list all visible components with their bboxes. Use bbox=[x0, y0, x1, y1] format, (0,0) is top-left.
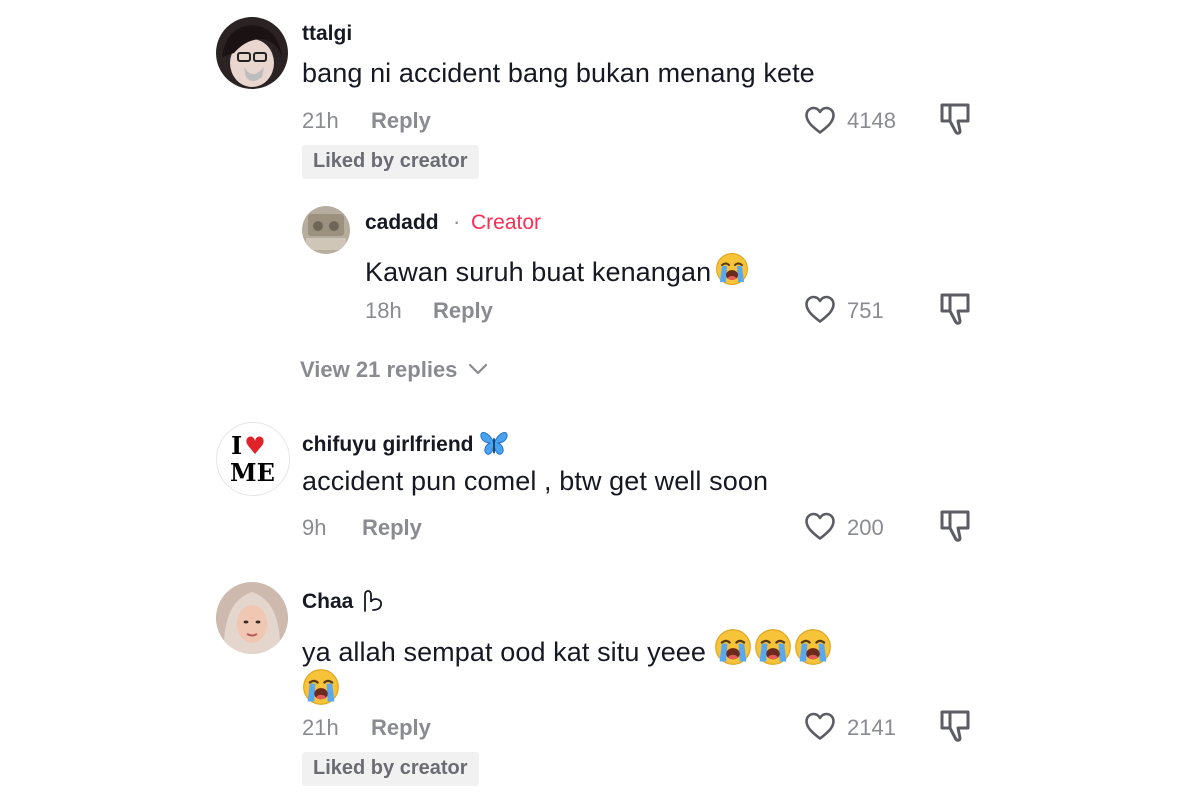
reply-text-content: Kawan suruh buat kenangan bbox=[365, 257, 712, 287]
separator-dot: · bbox=[453, 209, 461, 234]
loudly-crying-face-emoji bbox=[714, 628, 752, 666]
loudly-crying-face-emoji bbox=[302, 668, 340, 706]
avatar-text-bottom: ME bbox=[230, 458, 275, 487]
reply-button[interactable]: Reply bbox=[371, 108, 431, 134]
hand-gesture-icon bbox=[364, 590, 383, 612]
reply-time: 18h bbox=[365, 298, 402, 323]
comment-text: ya allah sempat ood kat situ yeee bbox=[302, 628, 832, 668]
comment-item: Chaa ya allah sempat ood kat situ yeee 2… bbox=[0, 570, 1200, 800]
comment-time: 9h bbox=[302, 515, 327, 540]
creator-label: Creator bbox=[471, 211, 542, 234]
loudly-crying-face-emoji bbox=[715, 252, 749, 286]
thumbs-down-icon[interactable] bbox=[937, 508, 973, 544]
comment-text: accident pun comel , btw get well soon bbox=[302, 466, 769, 496]
liked-by-creator-badge: Liked by creator bbox=[302, 145, 479, 179]
avatar[interactable] bbox=[302, 206, 350, 254]
avatar[interactable] bbox=[216, 17, 288, 89]
username[interactable]: cadadd bbox=[365, 211, 439, 235]
username[interactable]: chifuyu girlfriend bbox=[302, 429, 510, 457]
comment-item: I♥ ME chifuyu girlfriend accident pun co… bbox=[0, 400, 1200, 570]
comment-item: ttalgi bang ni accident bang bukan menan… bbox=[0, 0, 1200, 400]
heart-outline-icon[interactable] bbox=[804, 511, 836, 541]
like-count: 751 bbox=[847, 298, 884, 323]
butterfly-emoji bbox=[478, 429, 510, 457]
comment-text-content: ya allah sempat ood kat situ yeee bbox=[302, 637, 707, 667]
like-count: 200 bbox=[847, 515, 884, 540]
view-replies-suffix: replies bbox=[386, 357, 458, 382]
avatar-image bbox=[302, 206, 350, 254]
comment-time: 21h bbox=[302, 108, 339, 133]
view-replies-count: 21 bbox=[355, 357, 381, 382]
username[interactable]: ttalgi bbox=[302, 22, 352, 46]
like-count: 2141 bbox=[847, 715, 896, 740]
loudly-crying-face-emoji bbox=[794, 628, 832, 666]
view-replies-prefix: View bbox=[300, 357, 350, 382]
view-replies-button[interactable]: View 21 replies bbox=[300, 357, 488, 383]
heart-outline-icon[interactable] bbox=[804, 711, 836, 741]
comment-time: 21h bbox=[302, 715, 339, 740]
heart-outline-icon[interactable] bbox=[804, 294, 836, 324]
reply-button[interactable]: Reply bbox=[371, 715, 431, 741]
avatar-image bbox=[216, 582, 288, 654]
thumbs-down-icon[interactable] bbox=[937, 291, 973, 327]
like-count: 4148 bbox=[847, 108, 896, 133]
reply-button[interactable]: Reply bbox=[433, 298, 493, 324]
chevron-down-icon bbox=[468, 363, 488, 375]
thumbs-down-icon[interactable] bbox=[937, 708, 973, 744]
comment-text: bang ni accident bang bukan menang kete bbox=[302, 58, 815, 88]
liked-by-creator-badge: Liked by creator bbox=[302, 752, 479, 786]
username[interactable]: Chaa bbox=[302, 589, 385, 614]
heart-outline-icon[interactable] bbox=[804, 105, 836, 135]
avatar[interactable]: I♥ ME bbox=[216, 422, 290, 496]
heart-icon: ♥ bbox=[244, 431, 266, 460]
avatar-text-top: I♥ bbox=[231, 431, 266, 460]
reply-button[interactable]: Reply bbox=[362, 515, 422, 541]
reply-text: Kawan suruh buat kenangan bbox=[365, 252, 749, 288]
avatar-image bbox=[216, 17, 288, 89]
avatar[interactable] bbox=[216, 582, 288, 654]
loudly-crying-face-emoji bbox=[754, 628, 792, 666]
thumbs-down-icon[interactable] bbox=[937, 101, 973, 137]
